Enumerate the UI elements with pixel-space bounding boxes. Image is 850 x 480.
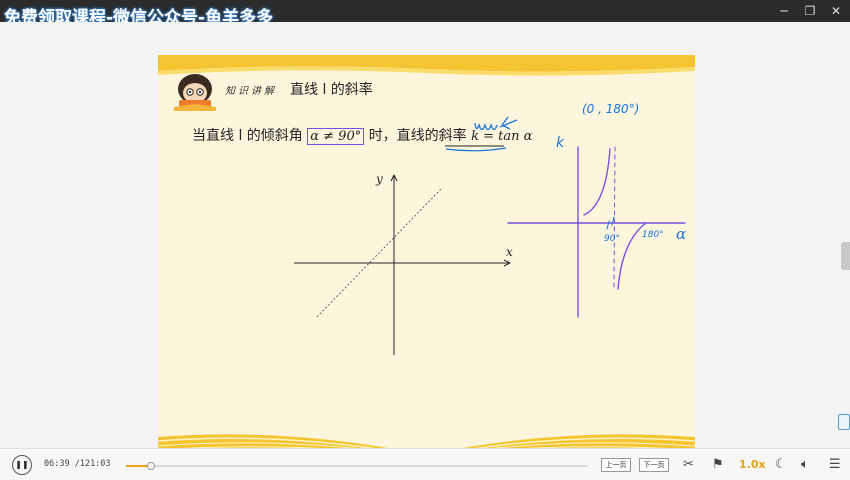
volume-icon[interactable]: 🔈︎ — [801, 456, 809, 474]
sentence-part2: 时，直线的斜率 — [368, 128, 467, 144]
flag-icon[interactable]: ⚑ — [712, 456, 724, 474]
slide-graphics: x y (0 , 180°) k α 90° 180° — [158, 55, 695, 457]
night-mode-icon[interactable]: ☾ — [775, 456, 787, 474]
restore-button[interactable]: ❐ — [802, 3, 818, 19]
minimize-button[interactable]: ─ — [776, 3, 792, 19]
time-display: 06:39 /121:03 — [44, 459, 111, 469]
handwritten-180: 180° — [642, 230, 664, 240]
condition-formula: α ≠ 90° — [307, 128, 365, 145]
video-stage: x y (0 , 180°) k α 90° 180° 知识讲解 直线 l 的斜… — [0, 22, 850, 457]
next-page-button[interactable]: 下一页 — [639, 458, 669, 472]
time-current: 06:39 — [44, 459, 70, 469]
handwritten-90: 90° — [604, 234, 620, 244]
pause-button[interactable]: ❚❚ — [12, 455, 32, 475]
slide-title: 直线 l 的斜率 — [290, 82, 373, 98]
prev-page-button[interactable]: 上一页 — [601, 458, 631, 472]
side-panel-toggle[interactable] — [841, 242, 850, 270]
handwritten-interval: (0 , 180°) — [582, 102, 639, 116]
dashed-line — [316, 187, 443, 318]
coordinate-axes — [294, 174, 511, 355]
lesson-slide: x y (0 , 180°) k α 90° 180° 知识讲解 直线 l 的斜… — [158, 55, 695, 457]
player-controls: ❚❚ 06:39 /121:03 上一页 下一页 ✂ ⚑ 1.0x ☾ 🔈︎ ☰ — [0, 448, 850, 480]
handwritten-underline — [445, 147, 507, 152]
axis-y-label: y — [375, 172, 383, 186]
mascot-icon — [174, 74, 216, 111]
menu-icon[interactable]: ☰ — [829, 456, 841, 474]
time-total: /121:03 — [74, 459, 111, 469]
definition-sentence: 当直线 l 的倾斜角 α ≠ 90° 时，直线的斜率 k = tan α — [192, 125, 532, 145]
slope-formula: k = tan α — [471, 129, 533, 144]
side-tool-icon[interactable] — [838, 414, 850, 430]
axis-x-label: x — [506, 245, 513, 259]
handwritten-alpha: α — [676, 225, 686, 243]
sentence-part1: 当直线 l 的倾斜角 — [192, 128, 303, 144]
progress-handle[interactable] — [147, 462, 156, 470]
progress-track[interactable] — [126, 462, 588, 470]
speed-button[interactable]: 1.0x — [739, 458, 766, 471]
section-label: 知识讲解 — [225, 86, 277, 97]
close-button[interactable]: ✕ — [828, 3, 844, 19]
title-bar: 免费领取课程-微信公众号-鱼羊多多 ─ ❐ ✕ — [0, 0, 850, 28]
handwritten-k: k — [556, 135, 565, 151]
scissors-icon[interactable]: ✂ — [683, 456, 694, 474]
